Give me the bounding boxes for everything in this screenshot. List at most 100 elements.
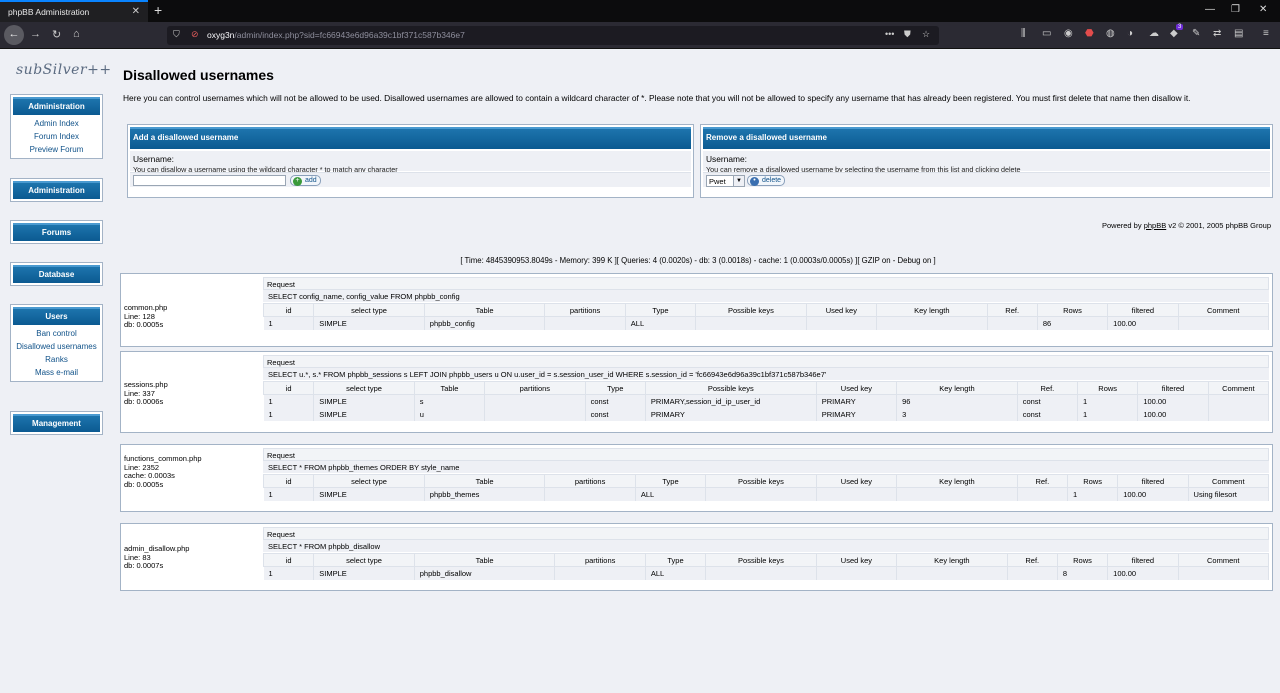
url-bar[interactable]: ⛉ ⊘ oxyg3n/admin/index.php?sid=fc66943e6…: [167, 26, 939, 45]
table-row: 1 SIMPLE phpbb_config ALL 86 100.00: [263, 316, 1269, 330]
column-header: Possible keys: [705, 553, 817, 567]
sidebar-link-forum-index[interactable]: Forum Index: [13, 132, 100, 141]
request-heading: Request: [263, 355, 1269, 368]
logo[interactable]: subSilver++: [16, 62, 112, 78]
bookmark-star-icon[interactable]: ☆: [922, 29, 930, 40]
delete-button[interactable]: • delete: [747, 175, 786, 186]
sidebar-link-ranks[interactable]: Ranks: [13, 355, 100, 364]
table-cell: [1178, 316, 1269, 330]
column-header: Type: [634, 474, 707, 488]
home-icon[interactable]: ⌂: [73, 28, 80, 40]
sidebar-section-administration-2: Administration: [10, 178, 103, 202]
table-cell: PRIMARY: [645, 407, 817, 421]
sidebar-link-ban-control[interactable]: Ban control: [13, 329, 100, 338]
browser-nav-bar: ← → ↻ ⌂ ⛉ ⊘ oxyg3n/admin/index.php?sid=f…: [0, 22, 1280, 49]
table-cell: [695, 316, 807, 330]
menu-icon[interactable]: ≡: [1263, 28, 1269, 39]
disallowed-username-select[interactable]: Pwet ▼: [706, 175, 745, 187]
translate-icon[interactable]: ⇄: [1213, 28, 1221, 39]
sidebar-link-disallowed-usernames[interactable]: Disallowed usernames: [13, 342, 100, 351]
minimize-icon[interactable]: —: [1205, 4, 1215, 15]
eye-icon[interactable]: ◑: [1127, 28, 1133, 39]
reload-icon[interactable]: ↻: [52, 28, 61, 41]
column-header: Key length: [896, 553, 1008, 567]
sidebar-heading-users[interactable]: Users: [13, 307, 100, 325]
column-header: select type: [313, 381, 415, 395]
table-cell: phpbb_config: [424, 316, 546, 330]
more-actions-icon[interactable]: •••: [885, 29, 894, 39]
selected-username: Pwet: [709, 177, 726, 186]
table-cell: [484, 394, 586, 408]
column-header: select type: [313, 553, 415, 567]
column-header: Table: [423, 474, 546, 488]
browser-tab[interactable]: phpBB Administration ✕: [0, 0, 148, 22]
shield-icon[interactable]: ⛉: [173, 29, 180, 40]
add-button-label: add: [305, 177, 317, 184]
page-content: subSilver++ Administration Admin Index F…: [0, 50, 1280, 693]
request-heading: Request: [263, 448, 1269, 461]
sidebar-heading-administration[interactable]: Administration: [13, 97, 100, 115]
column-header: Ref.: [986, 303, 1038, 317]
sidebar-link-preview-forum[interactable]: Preview Forum: [13, 145, 100, 154]
maximize-icon[interactable]: ❐: [1231, 4, 1240, 15]
column-header: select type: [313, 474, 425, 488]
add-panel-title: Add a disallowed username: [130, 127, 691, 149]
column-header: Rows: [1077, 381, 1139, 395]
sidebar-heading-administration-2[interactable]: Administration: [13, 181, 100, 199]
account-icon[interactable]: ◉: [1064, 28, 1073, 39]
table-cell: PRIMARY: [816, 394, 898, 408]
query-source-info: sessions.php Line: 337 db: 0.0006s: [124, 380, 168, 407]
request-heading: Request: [263, 277, 1269, 290]
query-db: db: 0.0007s: [124, 561, 164, 571]
table-cell: 1: [263, 316, 315, 330]
explain-table: id select type Table partitions Type Possible…: [262, 303, 1269, 330]
request-sql: SELECT config_name, config_value FROM ph…: [263, 290, 1269, 302]
query-source-info: functions_common.php Line: 2352 cache: 0.0…: [124, 454, 202, 489]
phpbb-link[interactable]: phpBB: [1144, 221, 1167, 230]
back-icon[interactable]: ←: [4, 25, 24, 45]
ublock-icon[interactable]: ⬣: [1085, 28, 1094, 39]
sidebar-heading-management[interactable]: Management: [13, 414, 100, 432]
library-icon[interactable]: ⫼: [1021, 28, 1026, 39]
table-cell: phpbb_themes: [424, 487, 546, 501]
sidebar-icon[interactable]: ▭: [1042, 28, 1051, 39]
download-icon[interactable]: ▤: [1234, 28, 1243, 39]
column-header: partitions: [544, 474, 636, 488]
table-cell: 86: [1037, 316, 1109, 330]
table-cell: [705, 566, 817, 580]
insecure-lock-icon[interactable]: ⊘: [191, 29, 199, 40]
column-header: Key length: [896, 381, 1018, 395]
cloud-icon[interactable]: ☁: [1149, 28, 1159, 39]
table-cell: PRIMARY,session_id_ip_user_id: [645, 394, 817, 408]
disallow-username-input[interactable]: [133, 175, 286, 186]
table-row: 1 SIMPLE phpbb_disallow ALL 8 100.00: [263, 566, 1269, 580]
remove-disallowed-panel: Remove a disallowed username Username: Y…: [700, 124, 1273, 198]
table-cell: [1208, 394, 1270, 408]
table-cell: const: [585, 407, 646, 421]
table-cell: [1017, 487, 1068, 501]
close-tab-icon[interactable]: ✕: [132, 6, 140, 17]
sidebar-heading-database[interactable]: Database: [13, 265, 100, 283]
powered-prefix: Powered by: [1102, 221, 1144, 230]
forward-icon[interactable]: →: [30, 28, 41, 40]
table-cell: s: [414, 394, 486, 408]
privacy-icon[interactable]: ◍: [1106, 28, 1115, 39]
table-cell: [987, 316, 1038, 330]
query-source-info: common.php Line: 128 db: 0.0005s: [124, 303, 167, 330]
chevron-down-icon[interactable]: ▼: [733, 176, 744, 186]
query-debug-box: admin_disallow.php Line: 83 db: 0.0007s Req…: [120, 523, 1273, 591]
add-button[interactable]: + add: [290, 175, 321, 186]
column-header: Key length: [896, 474, 1018, 488]
request-heading: Request: [263, 527, 1269, 540]
sidebar-link-admin-index[interactable]: Admin Index: [13, 119, 100, 128]
sidebar-link-mass-email[interactable]: Mass e-mail: [13, 368, 100, 377]
new-tab-icon[interactable]: +: [154, 2, 162, 18]
pen-icon[interactable]: ✎: [1192, 28, 1200, 39]
column-header: Used key: [815, 553, 898, 567]
sidebar-heading-forums[interactable]: Forums: [13, 223, 100, 241]
query-debug-box: sessions.php Line: 337 db: 0.0006s Request S…: [120, 351, 1273, 433]
table-cell: Using filesort: [1188, 487, 1270, 501]
query-db: db: 0.0005s: [124, 320, 164, 330]
pocket-icon[interactable]: ⛊: [904, 29, 911, 40]
close-window-icon[interactable]: ✕: [1259, 4, 1267, 15]
